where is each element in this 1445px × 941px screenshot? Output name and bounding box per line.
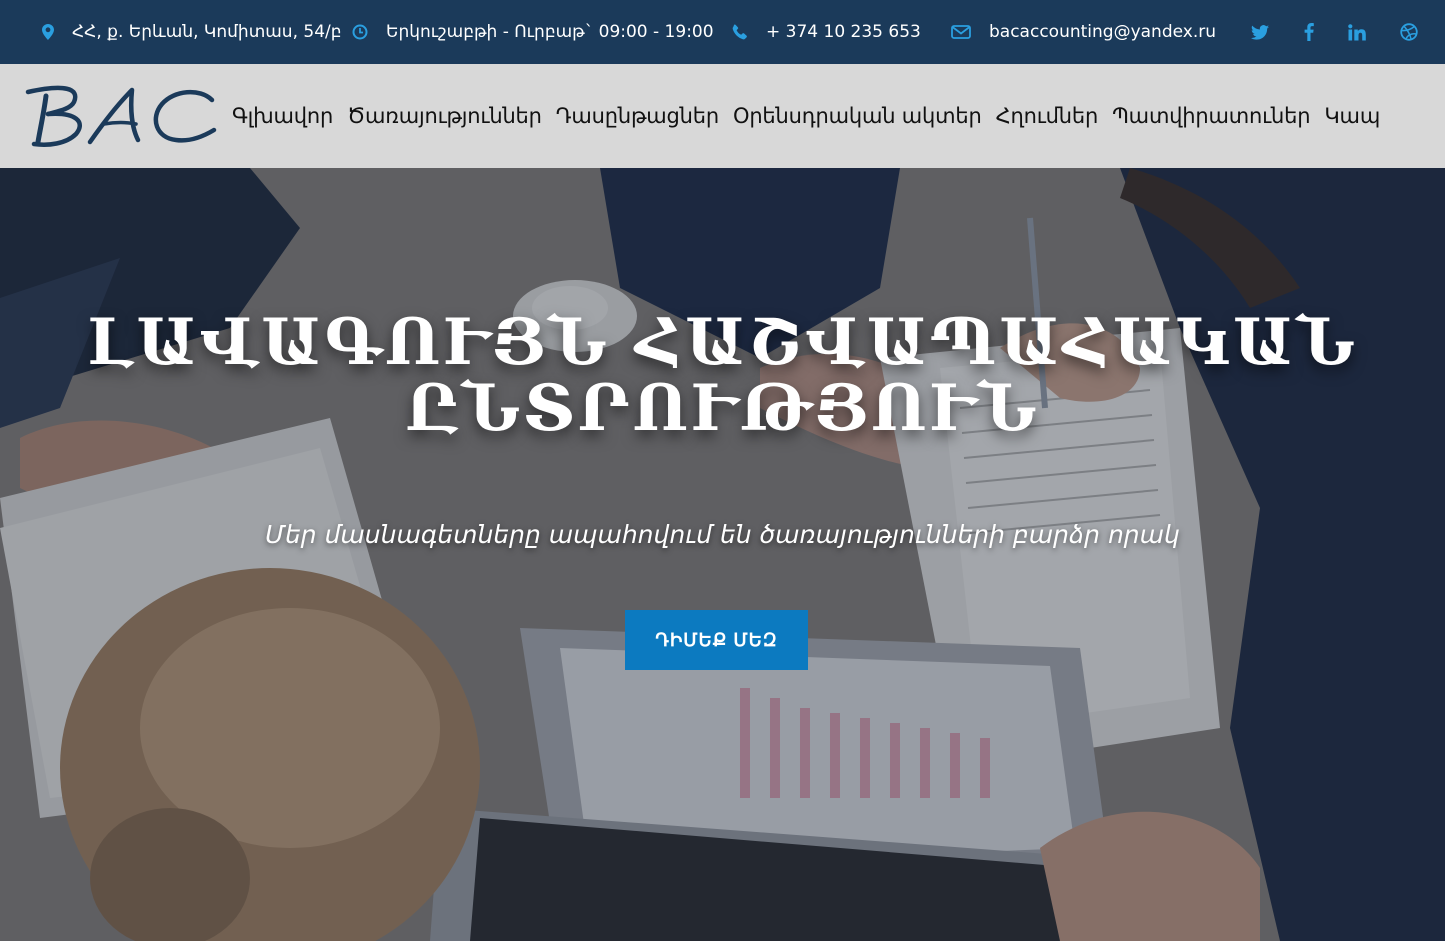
nav-item-services[interactable]: Ծառայություններ: [347, 104, 542, 128]
address-text: ՀՀ, ք. Երևան, Կոմիտաս, 54/բ: [72, 22, 342, 42]
nav-item-clients[interactable]: Պատվիրատուներ: [1112, 104, 1311, 128]
twitter-icon: [1251, 24, 1269, 40]
bac-logo-mark: [25, 85, 217, 147]
email-item[interactable]: bacaccounting@yandex.ru: [951, 0, 1216, 64]
email-link[interactable]: bacaccounting@yandex.ru: [989, 22, 1216, 42]
hero-title: ԼԱՎԱԳՈՒՅՆ ՀԱՇՎԱՊԱՀԱԿԱՆ ԸՆՏՐՈՒԹՅՈՒՆ: [0, 310, 1445, 442]
dribbble-link[interactable]: [1394, 0, 1424, 64]
twitter-link[interactable]: [1245, 0, 1275, 64]
facebook-icon: [1304, 23, 1314, 41]
phone-item[interactable]: + 374 10 235 653: [732, 0, 921, 64]
nav-item-contact[interactable]: Կապ: [1324, 104, 1380, 128]
nav-item-home[interactable]: Գլխավոր: [232, 104, 333, 128]
main-nav: Գլխավոր Ծառայություններ Դասընթացներ Օրեն…: [232, 64, 1380, 168]
phone-text[interactable]: + 374 10 235 653: [766, 22, 921, 42]
main-navbar: Գլխավոր Ծառայություններ Դասընթացներ Օրեն…: [0, 64, 1445, 168]
hours-text: Երկուշաբթի - Ուրբաթ` 09:00 - 19:00: [386, 22, 714, 42]
linkedin-icon: [1348, 23, 1366, 40]
address-item: ՀՀ, ք. Երևան, Կոմիտաս, 54/բ: [42, 0, 342, 64]
map-marker-icon: [42, 24, 54, 40]
dribbble-icon: [1400, 23, 1418, 41]
top-bar: ՀՀ, ք. Երևան, Կոմիտաս, 54/բ Երկուշաբթի -…: [0, 0, 1445, 64]
hero-subtitle: Մեր մասնագետները ապահովում են ծառայությո…: [265, 520, 1180, 549]
hero-background-photo: [0, 168, 1445, 941]
bac-logo[interactable]: [24, 82, 220, 152]
nav-item-courses[interactable]: Դասընթացներ: [556, 104, 719, 128]
hours-item: Երկուշաբթի - Ուրբաթ` 09:00 - 19:00: [352, 0, 714, 64]
hero-title-line-1: ԼԱՎԱԳՈՒՅՆ ՀԱՇՎԱՊԱՀԱԿԱՆ: [87, 305, 1358, 380]
hero-section: ԼԱՎԱԳՈՒՅՆ ՀԱՇՎԱՊԱՀԱԿԱՆ ԸՆՏՐՈՒԹՅՈՒՆ Մեր մ…: [0, 168, 1445, 941]
phone-icon: [732, 24, 747, 40]
clock-icon: [352, 24, 368, 40]
linkedin-link[interactable]: [1342, 0, 1372, 64]
nav-item-links[interactable]: Հղումներ: [996, 104, 1099, 128]
facebook-link[interactable]: [1294, 0, 1324, 64]
envelope-icon: [951, 25, 971, 39]
contact-us-button[interactable]: ԴԻՄԵՔ ՄԵԶ: [625, 610, 808, 670]
hero-title-line-2: ԸՆՏՐՈՒԹՅՈՒՆ: [405, 371, 1040, 446]
nav-item-legal-acts[interactable]: Օրենսդրական ակտեր: [733, 104, 982, 128]
